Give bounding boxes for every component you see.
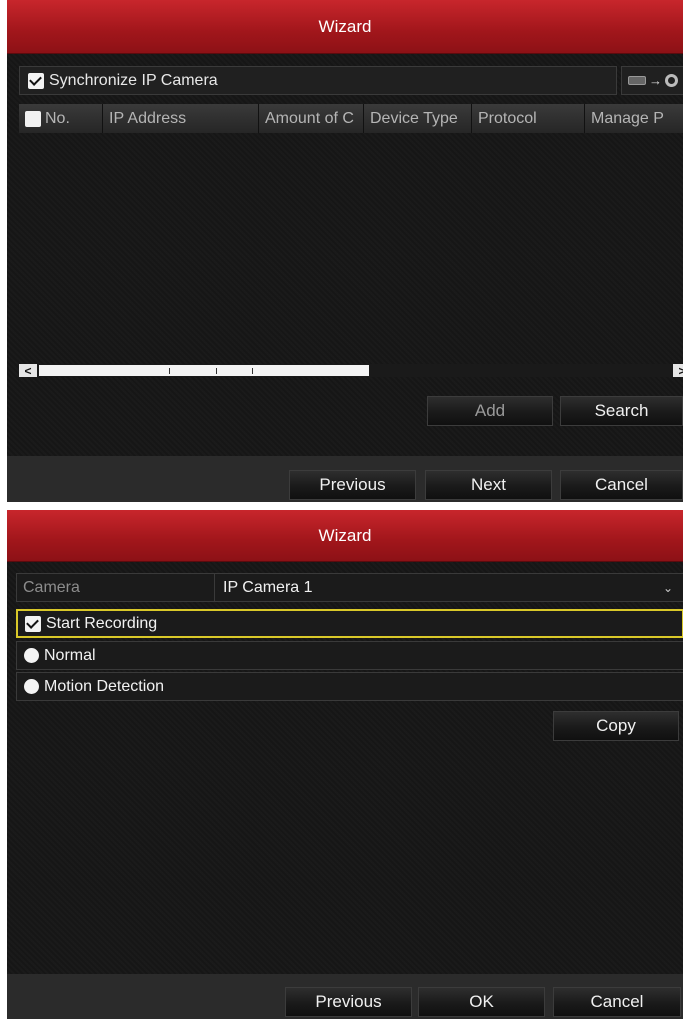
checkbox-checked-icon[interactable] [28,72,44,89]
column-marker [252,368,253,374]
wizard-title: Wizard [318,16,372,36]
wizard-title-bar: Wizard [7,0,683,54]
arrow-right-icon: → [649,73,662,88]
camera-dropdown[interactable]: IP Camera 1 ⌄ [215,574,683,601]
search-button[interactable]: Search [560,396,683,426]
start-recording-checkbox[interactable]: Start Recording [16,609,683,638]
nvr-device-icon [628,76,646,85]
wizard-title: Wizard [318,525,372,545]
column-manage-port[interactable]: Manage P [585,104,683,133]
column-amount-of-channels[interactable]: Amount of C [259,104,364,133]
copy-button[interactable]: Copy [553,711,679,741]
select-all-checkbox[interactable] [25,110,41,127]
sync-status-indicator: → [621,66,683,95]
start-recording-label: Start Recording [46,614,158,632]
scroll-right-button[interactable]: > [673,364,683,378]
radio-icon[interactable] [24,648,39,663]
normal-radio-option[interactable]: Normal [16,641,683,670]
radio-icon[interactable] [24,679,39,694]
camera-table-header: No. IP Address Amount of C Device Type P… [19,104,683,133]
chevron-down-icon: ⌄ [662,580,673,595]
camera-dropdown-value: IP Camera 1 [223,578,313,596]
previous-button[interactable]: Previous [289,470,416,500]
column-marker [216,368,217,374]
previous-button[interactable]: Previous [285,987,412,1017]
column-ip-address[interactable]: IP Address [103,104,259,133]
next-button[interactable]: Next [425,470,552,500]
column-marker [169,368,170,374]
scrollbar-track[interactable] [37,364,673,377]
cancel-button[interactable]: Cancel [560,470,683,500]
scrollbar-thumb[interactable] [39,365,369,376]
scroll-left-button[interactable]: < [19,364,37,378]
checkbox-checked-icon[interactable] [25,615,41,632]
wizard-add-camera-panel: Wizard Synchronize IP Camera → No. IP Ad… [7,0,683,502]
horizontal-scrollbar[interactable]: < > [19,364,683,378]
camera-icon [665,74,678,87]
wizard-record-panel: Wizard Camera IP Camera 1 ⌄ Start Record… [7,510,683,1019]
column-protocol[interactable]: Protocol [472,104,585,133]
motion-detection-radio-option[interactable]: Motion Detection [16,672,683,701]
camera-label: Camera [17,574,215,601]
column-no[interactable]: No. [19,104,103,133]
camera-select-row: Camera IP Camera 1 ⌄ [16,573,683,602]
normal-label: Normal [44,646,96,664]
column-device-type[interactable]: Device Type [364,104,472,133]
motion-detection-label: Motion Detection [44,677,165,695]
ok-button[interactable]: OK [418,987,545,1017]
synchronize-label: Synchronize IP Camera [49,71,218,89]
synchronize-ip-camera-checkbox[interactable]: Synchronize IP Camera [19,66,617,95]
wizard-title-bar: Wizard [7,510,683,562]
column-no-label: No. [45,109,70,127]
cancel-button[interactable]: Cancel [553,987,681,1017]
camera-table-body[interactable] [19,133,683,363]
add-button[interactable]: Add [427,396,553,426]
